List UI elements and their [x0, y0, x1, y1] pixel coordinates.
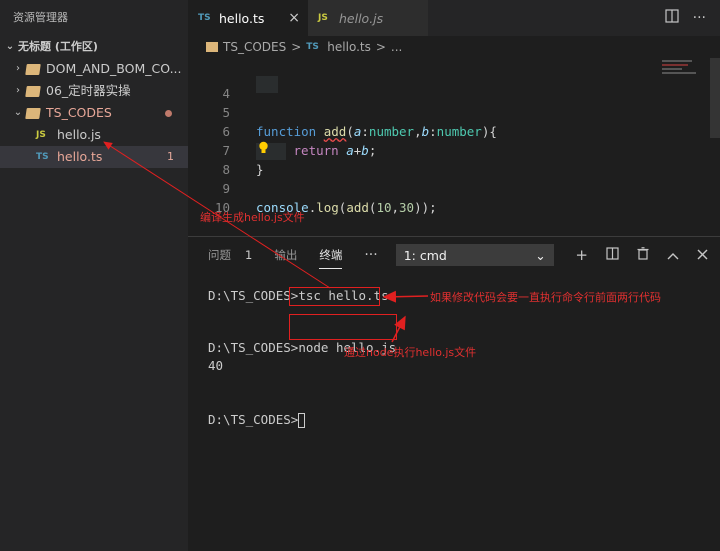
breadcrumb-separator: > [291, 40, 302, 54]
code-line-6: 6 return a+b; [188, 103, 658, 160]
ts-file-icon: TS [36, 152, 49, 162]
code-line-10: 10 [188, 179, 658, 215]
code-token: 30 [399, 200, 415, 215]
tab-label: 终端 [319, 248, 343, 262]
tree-file-hello-js[interactable]: JS hello.js [0, 124, 188, 146]
folder-icon [25, 85, 41, 97]
trash-icon[interactable] [637, 246, 649, 264]
panel-actions: + [575, 237, 708, 273]
folder-icon [25, 63, 41, 75]
editor-scrollbar[interactable] [710, 58, 720, 138]
terminal-output-text: 40 [208, 358, 224, 373]
tree-item-label: 06_定时器实操 [46, 83, 131, 98]
more-actions-icon[interactable]: ··· [693, 10, 706, 26]
breadcrumb-file[interactable]: hello.ts [327, 40, 371, 54]
lightbulb-icon[interactable] [258, 141, 269, 159]
tree-folder-dom-and-bom[interactable]: › DOM_AND_BOM_CO... [0, 58, 188, 80]
annotation-box-node [289, 314, 397, 340]
tree-item-label: hello.js [57, 127, 101, 142]
tree-folder-ts-codes[interactable]: ⌄ TS_CODES [0, 102, 188, 124]
tree-item-label: DOM_AND_BOM_CO... [46, 61, 182, 76]
error-count-badge: 1 [167, 150, 174, 163]
more-icon[interactable]: ··· [364, 247, 377, 263]
terminal-panel: 问题 1 输出 终端 ··· 1: cmd ⌄ + D:\TS_CODES>tsc… [188, 236, 720, 551]
minimap-line [662, 72, 696, 74]
minimap[interactable] [658, 58, 708, 236]
editor-actions: ··· [665, 0, 720, 36]
code-line-7: 7 } [188, 122, 658, 177]
tab-label: hello.js [339, 10, 384, 26]
breadcrumb-folder[interactable]: TS_CODES [223, 40, 286, 54]
terminal-select-value: 1: cmd [403, 247, 447, 263]
terminal-cursor [298, 413, 306, 428]
split-terminal-icon[interactable] [606, 246, 619, 264]
chevron-down-icon: ⌄ [5, 41, 15, 52]
close-icon[interactable]: × [288, 10, 300, 26]
tab-hello-ts[interactable]: TS hello.ts × [188, 0, 308, 36]
breadcrumb-separator: > [375, 40, 386, 54]
tab-label: 输出 [274, 248, 298, 262]
explorer-sidebar: 资源管理器 ⌄ 无标题 (工作区) › DOM_AND_BOM_CO... › … [0, 0, 188, 551]
code-line-4: 4 [188, 65, 658, 101]
breadcrumb-more[interactable]: ... [391, 40, 402, 54]
tab-hello-js[interactable]: JS hello.js [308, 0, 428, 36]
code-token: log [316, 200, 339, 215]
js-file-icon: JS [36, 130, 46, 140]
workspace-header[interactable]: ⌄ 无标题 (工作区) [0, 36, 188, 58]
tree-item-label: TS_CODES [46, 105, 112, 120]
tree-file-hello-ts[interactable]: TS hello.ts 1 [0, 146, 188, 168]
minimap-line [662, 68, 682, 70]
tab-label: 问题 [208, 248, 231, 262]
tab-terminal[interactable]: 终端 [319, 237, 343, 273]
editor-tab-bar: TS hello.ts × JS hello.js ··· [188, 0, 720, 36]
code-token: 10 [376, 200, 392, 215]
add-terminal-icon[interactable]: + [575, 246, 588, 264]
code-line-5: 5 function add(a:number,b:number){ [188, 84, 658, 139]
tree-item-label: hello.ts [57, 149, 103, 164]
terminal-prompt: D:\TS_CODES> [208, 340, 299, 355]
problems-count-badge: 1 [245, 248, 253, 262]
terminal-line: D:\TS_CODES> [208, 411, 396, 429]
maximize-panel-icon[interactable] [667, 246, 679, 264]
annotation-box-tsc [289, 287, 380, 306]
js-file-icon: JS [318, 13, 328, 23]
tab-problems[interactable]: 问题 1 [208, 237, 252, 273]
folder-icon [206, 42, 218, 52]
annotation-node: 通过node执行hello.js文件 [344, 346, 477, 359]
folder-open-icon [25, 107, 41, 119]
annotation-compile: 编译生成hello.js文件 [200, 211, 305, 224]
chevron-down-icon: ⌄ [535, 247, 546, 263]
minimap-line [662, 64, 688, 66]
ts-file-icon: TS [306, 42, 319, 52]
workspace-label: 无标题 (工作区) [18, 40, 98, 53]
chevron-down-icon: ⌄ [13, 107, 23, 118]
code-line-9: 9 console.log(add(10,30)); [188, 160, 658, 215]
split-editor-icon[interactable] [665, 9, 679, 27]
terminal-select[interactable]: 1: cmd ⌄ [395, 244, 554, 266]
terminal-prompt: D:\TS_CODES> [208, 412, 299, 427]
ts-file-icon: TS [198, 13, 211, 23]
tree-folder-timer[interactable]: › 06_定时器实操 [0, 80, 188, 102]
modified-dot-icon [165, 110, 172, 117]
close-panel-icon[interactable] [697, 246, 708, 264]
minimap-line [662, 60, 692, 62]
chevron-right-icon: › [16, 63, 20, 74]
code-token: add [346, 200, 369, 215]
chevron-right-icon: › [16, 85, 20, 96]
tab-label: hello.ts [219, 10, 265, 26]
annotation-rerun: 如果修改代码会要一直执行命令行前面两行代码 [430, 291, 661, 304]
terminal-prompt: D:\TS_CODES> [208, 288, 299, 303]
explorer-title: 资源管理器 [13, 11, 68, 24]
tab-output[interactable]: 输出 [274, 237, 297, 273]
